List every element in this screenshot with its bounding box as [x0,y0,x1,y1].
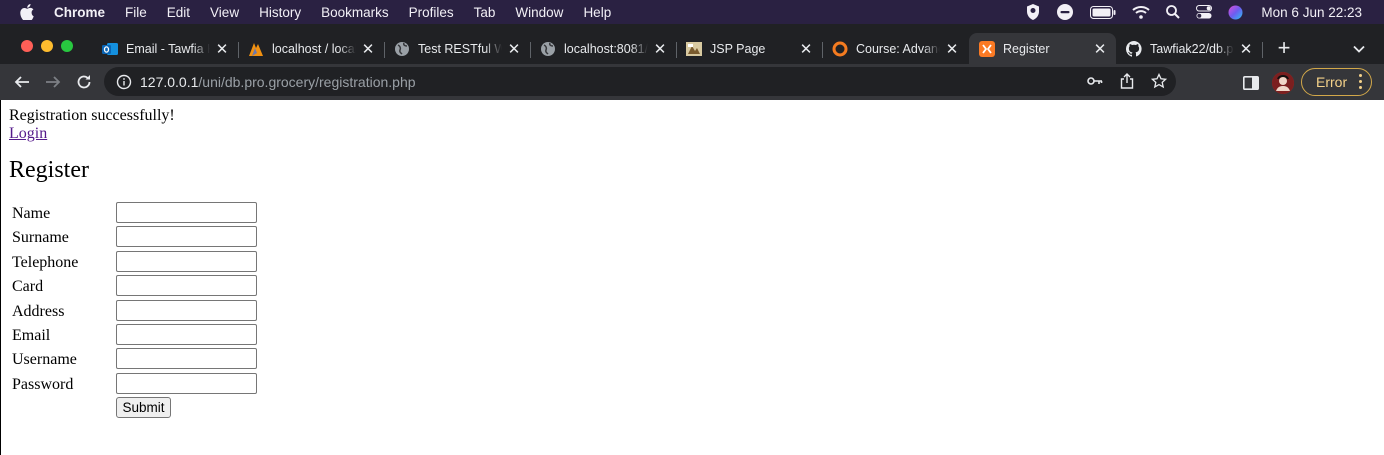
card-field[interactable] [116,275,257,296]
name-field[interactable] [116,202,257,223]
tab-title: localhost / local [272,41,356,56]
tab-close-icon[interactable]: ✕ [944,41,960,58]
jsp-icon [686,41,702,57]
tab-title: Email - Tawfia K [126,41,210,56]
key-icon[interactable] [1086,72,1104,90]
tab-close-icon[interactable]: ✕ [798,41,814,58]
tab-test-restful[interactable]: Test RESTful W ✕ [384,33,530,64]
surname-label: Surname [12,229,69,246]
reload-icon[interactable] [74,72,94,92]
tab-register[interactable]: Register ✕ [969,33,1116,64]
window-minimize-button[interactable] [41,40,53,52]
menu-view[interactable]: View [210,5,239,20]
tab-title: Tawfiak22/db.p [1150,41,1234,56]
menu-help[interactable]: Help [583,5,611,20]
tab-close-icon[interactable]: ✕ [652,41,668,58]
moodle-icon [832,41,848,57]
menu-window[interactable]: Window [515,5,563,20]
github-icon [1126,40,1142,57]
tab-localhost-8081[interactable]: localhost:8081/ ✕ [530,33,676,64]
username-label: Username [12,351,77,368]
control-center-icon[interactable] [1196,5,1213,19]
username-field[interactable] [116,348,257,369]
tab-phpmyadmin[interactable]: localhost / local ✕ [238,33,384,64]
tab-search-chevron-down-icon[interactable] [1352,42,1366,56]
password-label: Password [12,376,74,393]
submit-button[interactable]: Submit [116,397,171,418]
tab-close-icon[interactable]: ✕ [360,41,376,58]
browser-toolbar: 127.0.0.1/uni/db.pro.grocery/registratio… [0,64,1384,100]
name-label: Name [12,205,51,222]
globe-icon [540,41,556,57]
side-panel-icon[interactable] [1242,74,1260,92]
profile-avatar[interactable] [1272,72,1294,94]
tab-close-icon[interactable]: ✕ [214,41,230,58]
url-path: /uni/db.pro.grocery/registration.php [198,73,416,90]
address-bar[interactable]: 127.0.0.1/uni/db.pro.grocery/registratio… [104,67,1176,96]
tab-course[interactable]: Course: Advanc ✕ [822,33,968,64]
window-zoom-button[interactable] [61,40,73,52]
success-message: Registration successfully! [9,107,175,124]
password-field[interactable] [116,373,257,394]
tab-title: Course: Advanc [856,41,940,56]
card-label: Card [12,278,44,295]
error-label: Error [1316,74,1348,90]
menubar-clock[interactable]: Mon 6 Jun 22:23 [1261,5,1362,20]
wifi-icon[interactable] [1132,5,1151,19]
back-arrow-icon[interactable] [12,72,32,92]
forward-arrow-icon[interactable] [43,72,63,92]
menu-profiles[interactable]: Profiles [409,5,454,20]
outlook-icon [102,41,118,57]
macos-menubar: Chrome File Edit View History Bookmarks … [0,0,1384,24]
window-close-button[interactable] [21,40,33,52]
address-url[interactable]: 127.0.0.1/uni/db.pro.grocery/registratio… [140,74,416,90]
tab-jsp-page[interactable]: JSP Page ✕ [676,33,822,64]
tab-title: Register [1003,41,1050,56]
surname-field[interactable] [116,226,257,247]
kebab-menu-icon[interactable] [1358,74,1362,92]
tab-title: Test RESTful W [418,41,502,56]
login-link[interactable]: Login [9,125,47,143]
menu-file[interactable]: File [125,5,147,20]
spotlight-search-icon[interactable] [1166,5,1181,19]
focus-icon[interactable] [1056,3,1074,21]
tab-close-icon[interactable]: ✕ [506,41,522,58]
xampp-icon [979,40,995,57]
address-field[interactable] [116,300,257,321]
apple-icon[interactable] [20,4,38,20]
globe-icon [394,41,410,57]
menu-tab[interactable]: Tab [474,5,496,20]
tab-strip: Email - Tawfia K ✕ localhost / local ✕ T… [0,24,1384,64]
address-label: Address [12,303,65,320]
tab-email[interactable]: Email - Tawfia K ✕ [92,33,238,64]
menu-bookmarks[interactable]: Bookmarks [321,5,389,20]
tab-title: localhost:8081/ [564,41,648,56]
bookmark-star-icon[interactable] [1150,72,1168,90]
url-host: 127.0.0.1 [140,73,199,90]
browser-window-chrome: Email - Tawfia K ✕ localhost / local ✕ T… [0,24,1384,100]
page-viewport: Registration successfully! Login Registe… [0,100,1384,455]
telephone-field[interactable] [116,251,257,272]
battery-icon[interactable] [1090,5,1116,19]
email-field[interactable] [116,324,257,345]
tab-separator [1262,42,1263,58]
email-label: Email [12,327,51,344]
siri-icon[interactable] [1228,5,1243,20]
vpn-shield-icon[interactable] [1026,4,1040,20]
menu-app-chrome[interactable]: Chrome [54,5,105,20]
phpmyadmin-icon [248,41,264,57]
profile-error-button[interactable]: Error [1301,68,1372,96]
menu-history[interactable]: History [259,5,301,20]
tab-github[interactable]: Tawfiak22/db.p ✕ [1116,33,1262,64]
share-icon[interactable] [1118,72,1136,90]
menu-edit[interactable]: Edit [167,5,190,20]
new-tab-plus-icon[interactable]: + [1276,37,1292,59]
tab-close-icon[interactable]: ✕ [1238,41,1254,58]
site-info-icon[interactable] [116,74,132,90]
telephone-label: Telephone [12,254,79,271]
tab-close-icon[interactable]: ✕ [1092,41,1108,58]
tab-title: JSP Page [710,41,766,56]
page-title: Register [9,157,89,183]
